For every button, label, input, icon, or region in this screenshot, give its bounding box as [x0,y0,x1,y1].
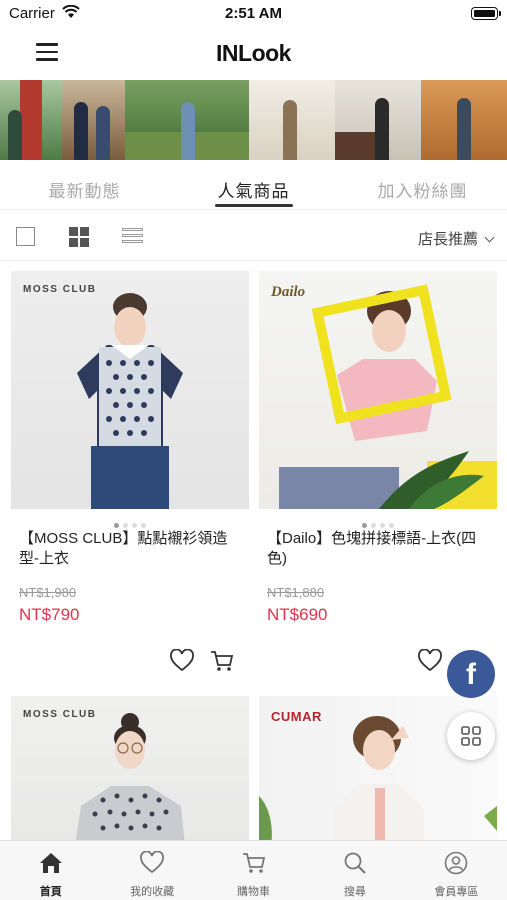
original-price: NT$1,880 [267,585,325,600]
product-actions [169,649,239,675]
clock: 2:51 AM [225,5,282,22]
nav-home[interactable]: 首頁 [0,841,101,900]
status-bar: Carrier 2:51 AM [0,0,507,30]
cart-icon[interactable] [209,649,235,673]
chevron-down-icon [484,232,495,243]
tab-latest-news[interactable]: 最新動態 [0,162,169,209]
quick-menu-button[interactable] [447,712,495,760]
product-card[interactable]: MOSS CLUB [11,696,249,840]
sale-price: NT$690 [267,605,328,624]
nav-home-label: 首頁 [39,886,62,898]
view-toolbar: 店長推薦 [0,213,507,261]
banner-photo-4 [249,80,335,160]
product-photo-figure [75,713,185,840]
heart-icon[interactable] [417,649,443,673]
product-image[interactable]: MOSS CLUB [11,271,249,509]
banner-photo-3 [125,80,249,160]
image-pager-dots [11,509,249,528]
banner-photo-1 [0,80,62,160]
cart-icon [242,853,265,873]
tab-join-fan-page[interactable]: 加入粉絲團 [338,162,507,209]
user-icon [445,851,468,875]
home-icon [39,853,62,873]
product-card[interactable]: MOSS CLUB 【MOSS CLUB】點點襯衫領造型-上衣 NT$1,980… [11,271,249,672]
nav-cart-label: 購物車 [237,886,271,898]
search-icon [344,852,366,874]
sort-dropdown[interactable]: 店長推薦 [417,228,495,249]
sale-price: NT$790 [19,605,80,624]
image-pager-dots [259,509,497,528]
nav-favorites-label: 我的收藏 [130,886,175,898]
grid-view-icon[interactable] [69,227,89,247]
heart-icon [140,850,165,874]
category-tabs: 最新動態 人氣商品 加入粉絲團 [0,162,507,210]
tab-popular-products[interactable]: 人氣商品 [169,162,338,209]
nav-favorites[interactable]: 我的收藏 [101,841,202,900]
bottom-nav: 首頁 我的收藏 購物車 搜尋 會員專區 [0,840,507,900]
product-photo-figure [77,293,183,509]
original-price: NT$1,980 [19,585,77,600]
battery-icon [471,7,501,20]
banner-photo-5 [335,80,421,160]
facebook-button[interactable]: f [447,650,495,698]
product-photo-figure [279,284,497,509]
single-view-icon[interactable] [16,227,35,246]
product-image[interactable]: Dailo [259,271,497,509]
product-name[interactable]: 【Dailo】色塊拼接標語-上衣(四色) [259,527,497,585]
nav-member-label: 會員專區 [434,886,479,898]
promo-banner[interactable] [0,80,507,160]
nav-member[interactable]: 會員專區 [406,841,507,900]
nav-search[interactable]: 搜尋 [304,841,405,900]
banner-photo-2 [62,80,125,160]
product-grid: MOSS CLUB 【MOSS CLUB】點點襯衫領造型-上衣 NT$1,980… [0,262,507,840]
banner-photo-6 [421,80,507,160]
heart-icon[interactable] [169,649,195,673]
facebook-icon: f [466,658,476,691]
app-logo: INLook [216,40,291,66]
product-name[interactable]: 【MOSS CLUB】點點襯衫領造型-上衣 [11,527,249,585]
product-image[interactable]: MOSS CLUB [11,696,249,840]
nav-search-label: 搜尋 [343,886,366,898]
nav-cart[interactable]: 購物車 [203,841,304,900]
list-view-icon[interactable] [122,228,143,246]
sort-label: 店長推薦 [417,231,478,248]
product-card[interactable]: Dailo 【Dailo】色塊拼接標語-上衣(四色) NT$1,880 NT$6… [259,271,497,672]
grid-menu-icon [461,726,481,746]
app-header: INLook [0,30,507,78]
